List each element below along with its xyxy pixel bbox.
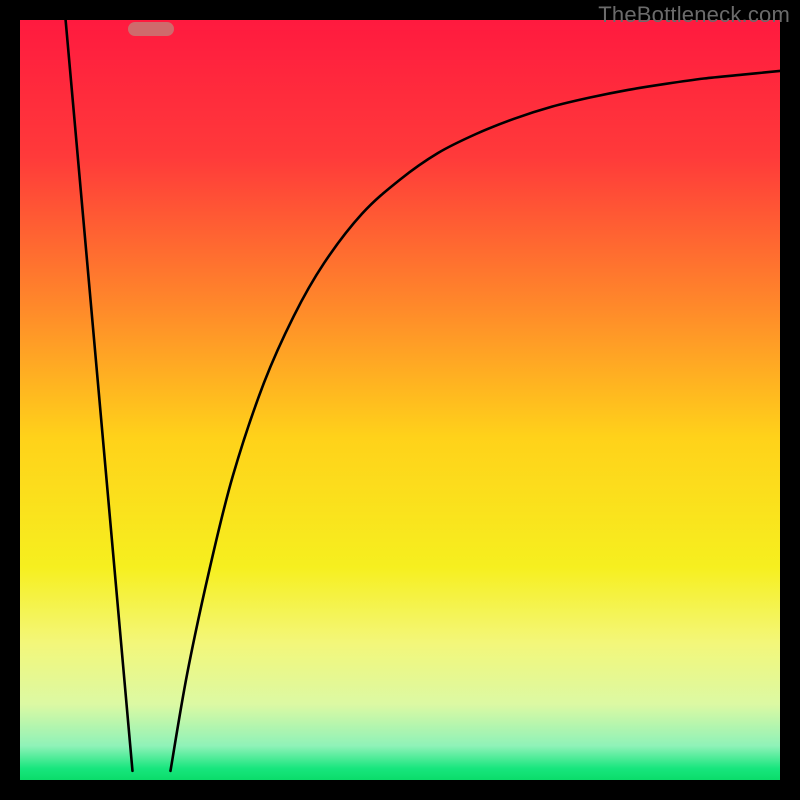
bottleneck-marker [128, 22, 174, 36]
chart-frame: TheBottleneck.com [0, 0, 800, 800]
left-line [66, 20, 133, 771]
plot-area [20, 20, 780, 780]
right-curve [170, 71, 780, 771]
watermark-text: TheBottleneck.com [598, 2, 790, 28]
curve-layer [20, 20, 780, 780]
